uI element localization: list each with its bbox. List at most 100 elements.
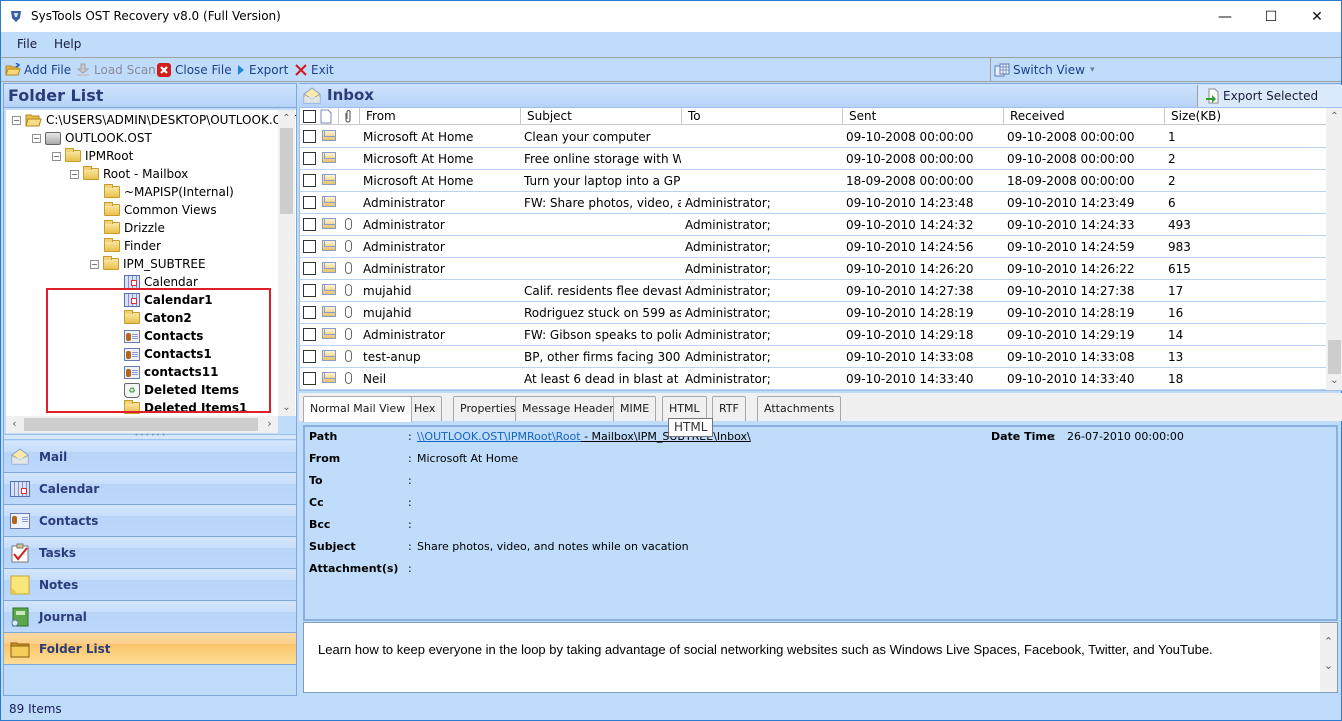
nav-notes[interactable]: Notes	[4, 569, 296, 601]
tree-horizontal-scrollbar[interactable]: ‹ ›	[6, 416, 278, 433]
tree-vertical-scrollbar[interactable]: ⌃ ⌄	[278, 110, 295, 416]
message-row[interactable]: mujahid Rodriguez stuck on 599 as T... Adm…	[300, 302, 1326, 324]
tab-hex[interactable]: Hex	[407, 396, 443, 421]
scroll-up-icon[interactable]: ⌃	[1320, 635, 1337, 648]
row-checkbox[interactable]	[303, 350, 316, 363]
tree-node-ipm-subtree[interactable]: − IPM_SUBTREE	[90, 255, 206, 273]
load-scan-button[interactable]: Load Scan	[75, 61, 156, 79]
tree-node-common-views[interactable]: Common Views	[104, 201, 217, 219]
message-row[interactable]: mujahid Calif. residents flee devastat...…	[300, 280, 1326, 302]
tab-mime[interactable]: MIME	[613, 396, 657, 421]
maximize-button[interactable]: ☐	[1248, 1, 1294, 32]
tree-node-deleted-items[interactable]: ♻ Deleted Items	[124, 381, 239, 399]
message-row[interactable]: Microsoft At Home Free online storage wit…	[300, 148, 1326, 170]
row-checkbox[interactable]	[303, 218, 316, 231]
row-checkbox[interactable]	[303, 240, 316, 253]
tree-node-root-path[interactable]: − C:\USERS\ADMIN\DESKTOP\OUTLOOK.OST	[12, 111, 296, 129]
collapse-toggle[interactable]: −	[12, 115, 21, 125]
select-all-checkbox[interactable]	[303, 110, 316, 123]
row-checkbox[interactable]	[303, 328, 316, 341]
tree-node-drizzle[interactable]: Drizzle	[104, 219, 165, 237]
tab-properties[interactable]: Properties	[453, 396, 523, 421]
tab-normal-mail-view[interactable]: Normal Mail View	[303, 396, 413, 422]
scrollbar-thumb[interactable]	[1328, 340, 1341, 374]
col-header-received[interactable]: Received	[1003, 108, 1164, 125]
minimize-button[interactable]: —	[1202, 1, 1248, 32]
message-row[interactable]: Microsoft At Home Turn your laptop into a…	[300, 170, 1326, 192]
export-button[interactable]: Export	[236, 61, 288, 79]
scrollbar-thumb[interactable]	[24, 418, 258, 431]
collapse-toggle[interactable]: −	[32, 133, 41, 143]
nav-tasks[interactable]: Tasks	[4, 537, 296, 569]
tree-node-caton2[interactable]: Caton2	[124, 309, 192, 327]
scroll-down-icon[interactable]: ⌄	[1326, 372, 1342, 389]
tree-node-contacts11[interactable]: contacts11	[124, 363, 218, 381]
message-row[interactable]: test-anup BP, other firms facing 300 la..…	[300, 346, 1326, 368]
add-file-button[interactable]: Add File	[5, 61, 71, 79]
tree-node-calendar1[interactable]: Calendar1	[124, 291, 213, 309]
tree-node-contacts1[interactable]: Contacts1	[124, 345, 212, 363]
tree-node-ipmroot[interactable]: − IPMRoot	[52, 147, 133, 165]
pane-splitter[interactable]: • • • • • •	[4, 433, 296, 440]
row-checkbox[interactable]	[303, 174, 316, 187]
menu-help[interactable]: Help	[54, 37, 81, 51]
message-row[interactable]: Administrator Administrator; 09-10-2010 14…	[300, 258, 1326, 280]
message-row[interactable]: Neil At least 6 dead in blast at C... Admi…	[300, 368, 1326, 390]
row-checkbox[interactable]	[303, 372, 316, 385]
scroll-left-icon[interactable]: ‹	[6, 416, 23, 433]
close-file-button[interactable]: Close File	[156, 61, 232, 79]
load-scan-label: Load Scan	[94, 63, 156, 77]
collapse-toggle[interactable]: −	[90, 259, 99, 269]
row-checkbox[interactable]	[303, 284, 316, 297]
tree-node-finder[interactable]: Finder	[104, 237, 161, 255]
mail-body-scrollbar[interactable]: ⌃ ⌄	[1320, 623, 1337, 692]
tree-node-contacts[interactable]: Contacts	[124, 327, 203, 345]
row-checkbox[interactable]	[303, 196, 316, 209]
scroll-right-icon[interactable]: ›	[261, 416, 278, 433]
row-checkbox[interactable]	[303, 152, 316, 165]
col-header-from[interactable]: From	[359, 108, 520, 125]
nav-calendar[interactable]: Calendar	[4, 473, 296, 505]
col-header-size[interactable]: Size(KB)	[1164, 108, 1326, 125]
tree-node-outlook-ost[interactable]: − OUTLOOK.OST	[32, 129, 152, 147]
message-row[interactable]: Administrator FW: Share photos, video, an…	[300, 192, 1326, 214]
message-row[interactable]: Administrator FW: Gibson speaks to polic.…	[300, 324, 1326, 346]
grid-view-icon	[994, 63, 1010, 77]
col-header-subject[interactable]: Subject	[520, 108, 681, 125]
scroll-down-icon[interactable]: ⌄	[1320, 659, 1337, 672]
nav-journal[interactable]: Journal	[4, 601, 296, 633]
tree-node-mapisp[interactable]: ~MAPISP(Internal)	[104, 183, 234, 201]
close-window-button[interactable]: ✕	[1294, 1, 1340, 32]
export-selected-button[interactable]: Export Selected	[1197, 85, 1342, 107]
scrollbar-thumb[interactable]	[280, 128, 293, 214]
mail-body[interactable]: Learn how to keep everyone in the loop b…	[303, 622, 1338, 693]
nav-contacts[interactable]: Contacts	[4, 505, 296, 537]
message-row[interactable]: Administrator Administrator; 09-10-2010 14…	[300, 214, 1326, 236]
scroll-up-icon[interactable]: ⌃	[278, 110, 295, 127]
col-header-sent[interactable]: Sent	[842, 108, 1003, 125]
path-link[interactable]: \\OUTLOOK.OST\IPMRoot\Root	[417, 430, 581, 443]
nav-folder-list[interactable]: Folder List	[4, 633, 296, 665]
tree-node-deleted-items1[interactable]: Deleted Items1	[124, 399, 247, 416]
path-rest: - Mailbox\IPM_SUBTREE\Inbox\	[580, 430, 751, 443]
collapse-toggle[interactable]: −	[52, 151, 61, 161]
scroll-up-icon[interactable]: ⌃	[1326, 108, 1342, 125]
tree-node-calendar[interactable]: Calendar	[124, 273, 198, 291]
row-checkbox[interactable]	[303, 306, 316, 319]
message-row[interactable]: Microsoft At Home Clean your computer 09-1…	[300, 126, 1326, 148]
menu-file[interactable]: File	[17, 37, 37, 51]
row-checkbox[interactable]	[303, 262, 316, 275]
message-list-scrollbar[interactable]: ⌃ ⌄	[1326, 108, 1342, 390]
row-checkbox[interactable]	[303, 130, 316, 143]
tab-rtf[interactable]: RTF	[712, 396, 746, 421]
col-header-to[interactable]: To	[681, 108, 842, 125]
exit-button[interactable]: Exit	[294, 61, 334, 79]
nav-mail[interactable]: Mail	[4, 441, 296, 473]
message-row[interactable]: Administrator Administrator; 09-10-2010 14…	[300, 236, 1326, 258]
tab-message-header[interactable]: Message Header	[515, 396, 621, 421]
tab-attachments[interactable]: Attachments	[757, 396, 842, 421]
collapse-toggle[interactable]: −	[70, 169, 79, 179]
tree-node-root-mailbox[interactable]: − Root - Mailbox	[70, 165, 188, 183]
scroll-down-icon[interactable]: ⌄	[278, 399, 295, 416]
switch-view-button[interactable]: Switch View ▾	[994, 61, 1095, 79]
